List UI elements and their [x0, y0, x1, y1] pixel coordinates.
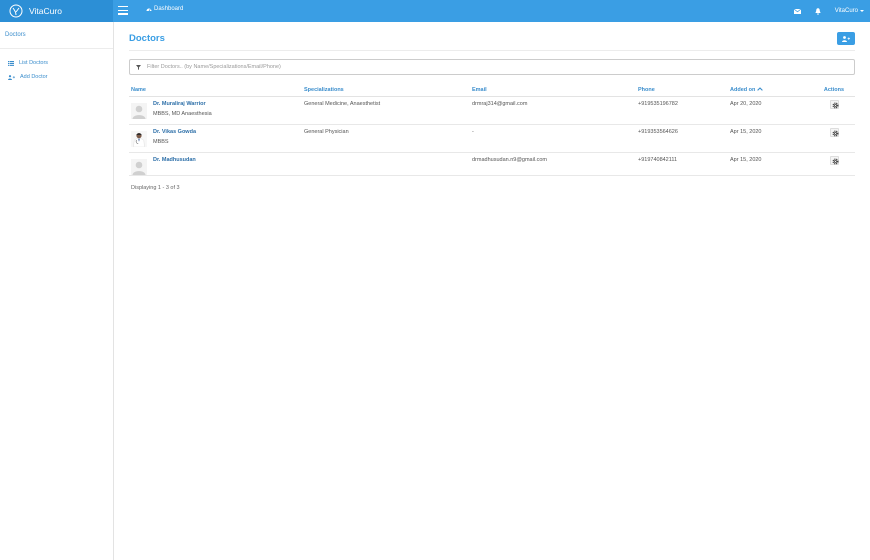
sidebar-title: Doctors [5, 32, 26, 38]
sidebar-item-list-doctors[interactable]: List Doctors [8, 60, 48, 66]
email-cell: drmadhusudan.n9@gmail.com [470, 152, 636, 176]
doctors-table: Name Specializations Email Phone Added o… [129, 84, 855, 176]
list-icon [8, 60, 14, 66]
column-header-added-on[interactable]: Added on [728, 84, 813, 97]
column-header-email[interactable]: Email [470, 84, 636, 97]
column-header-name[interactable]: Name [129, 84, 302, 97]
filter-input[interactable] [147, 64, 827, 70]
table-row: Dr. Muraliraj Warrior MBBS, MD Anaesthes… [129, 96, 855, 125]
gear-icon [831, 129, 839, 137]
doctor-photo [131, 130, 147, 147]
pagination-summary: Displaying 1 - 3 of 3 [131, 185, 180, 191]
column-header-specializations[interactable]: Specializations [302, 84, 470, 97]
doctor-qualification: MBBS, MD Anaesthesia [153, 110, 212, 117]
doctor-name-link[interactable]: Dr. Muraliraj Warrior [153, 101, 212, 107]
row-actions-button[interactable] [829, 155, 839, 165]
column-header-phone[interactable]: Phone [636, 84, 728, 97]
email-cell: - [470, 124, 636, 153]
bell-icon [815, 7, 821, 15]
brand[interactable]: VitaCuro [0, 0, 113, 22]
brand-name: VitaCuro [29, 6, 62, 16]
doctor-name-link[interactable]: Dr. Vikas Gowda [153, 129, 196, 135]
table-header-row: Name Specializations Email Phone Added o… [129, 84, 855, 97]
main-content: Doctors Name Specializations Email Phone… [114, 22, 870, 560]
gear-icon [831, 157, 839, 165]
vitacuro-logo-icon [9, 4, 23, 18]
add-doctor-button[interactable] [837, 32, 855, 45]
phone-cell: +919353564626 [636, 124, 728, 153]
top-navbar: VitaCuro Dashboard VitaCuro [0, 0, 870, 22]
dashboard-label: Dashboard [154, 6, 184, 12]
column-header-actions: Actions [813, 84, 855, 97]
title-divider [129, 50, 855, 51]
caret-down-icon [860, 10, 864, 12]
doctor-name-link[interactable]: Dr. Madhusudan [153, 157, 196, 163]
phone-cell: +919535196782 [636, 96, 728, 125]
specializations-cell: General Medicine, Anaesthetist [302, 96, 470, 125]
row-actions-button[interactable] [829, 127, 839, 137]
doctor-qualification: MBBS [153, 138, 169, 145]
add-user-icon [8, 74, 15, 80]
added-on-cell: Apr 20, 2020 [728, 96, 813, 125]
table-row: Dr. Vikas Gowda MBBS General Physician -… [129, 124, 855, 153]
table-row: Dr. Madhusudan drmadhusudan.n9@gmail.com… [129, 152, 855, 176]
user-name: VitaCuro [834, 8, 858, 14]
added-on-cell: Apr 15, 2020 [728, 124, 813, 153]
added-on-label: Added on [730, 86, 756, 93]
messages-button[interactable] [793, 8, 801, 14]
mail-icon [793, 8, 801, 14]
chevron-up-icon [757, 87, 763, 92]
user-menu[interactable]: VitaCuro [835, 8, 864, 14]
notifications-button[interactable] [815, 7, 821, 15]
specializations-cell [302, 152, 470, 176]
dashboard-link[interactable]: Dashboard [146, 6, 183, 12]
sidebar-item-add-doctor[interactable]: Add Doctor [8, 74, 48, 80]
email-cell: drmraj314@gmail.com [470, 96, 636, 125]
row-actions-button[interactable] [829, 99, 839, 109]
sidebar-divider [0, 48, 113, 49]
filter-box [129, 59, 855, 75]
added-on-cell: Apr 15, 2020 [728, 152, 813, 176]
dashboard-icon [146, 8, 152, 12]
avatar-placeholder-icon [131, 158, 147, 175]
filter-icon [136, 64, 141, 70]
avatar-placeholder-icon [131, 102, 147, 119]
page-title: Doctors [129, 33, 165, 44]
gear-icon [831, 101, 839, 109]
sidebar-item-label: List Doctors [19, 60, 49, 66]
specializations-cell: General Physician [302, 124, 470, 153]
phone-cell: +919740842111 [636, 152, 728, 176]
sidebar-item-label: Add Doctor [20, 74, 48, 80]
add-user-icon [842, 35, 850, 42]
sidebar: Doctors List Doctors Add Doctor [0, 22, 114, 560]
menu-icon[interactable] [118, 6, 128, 15]
